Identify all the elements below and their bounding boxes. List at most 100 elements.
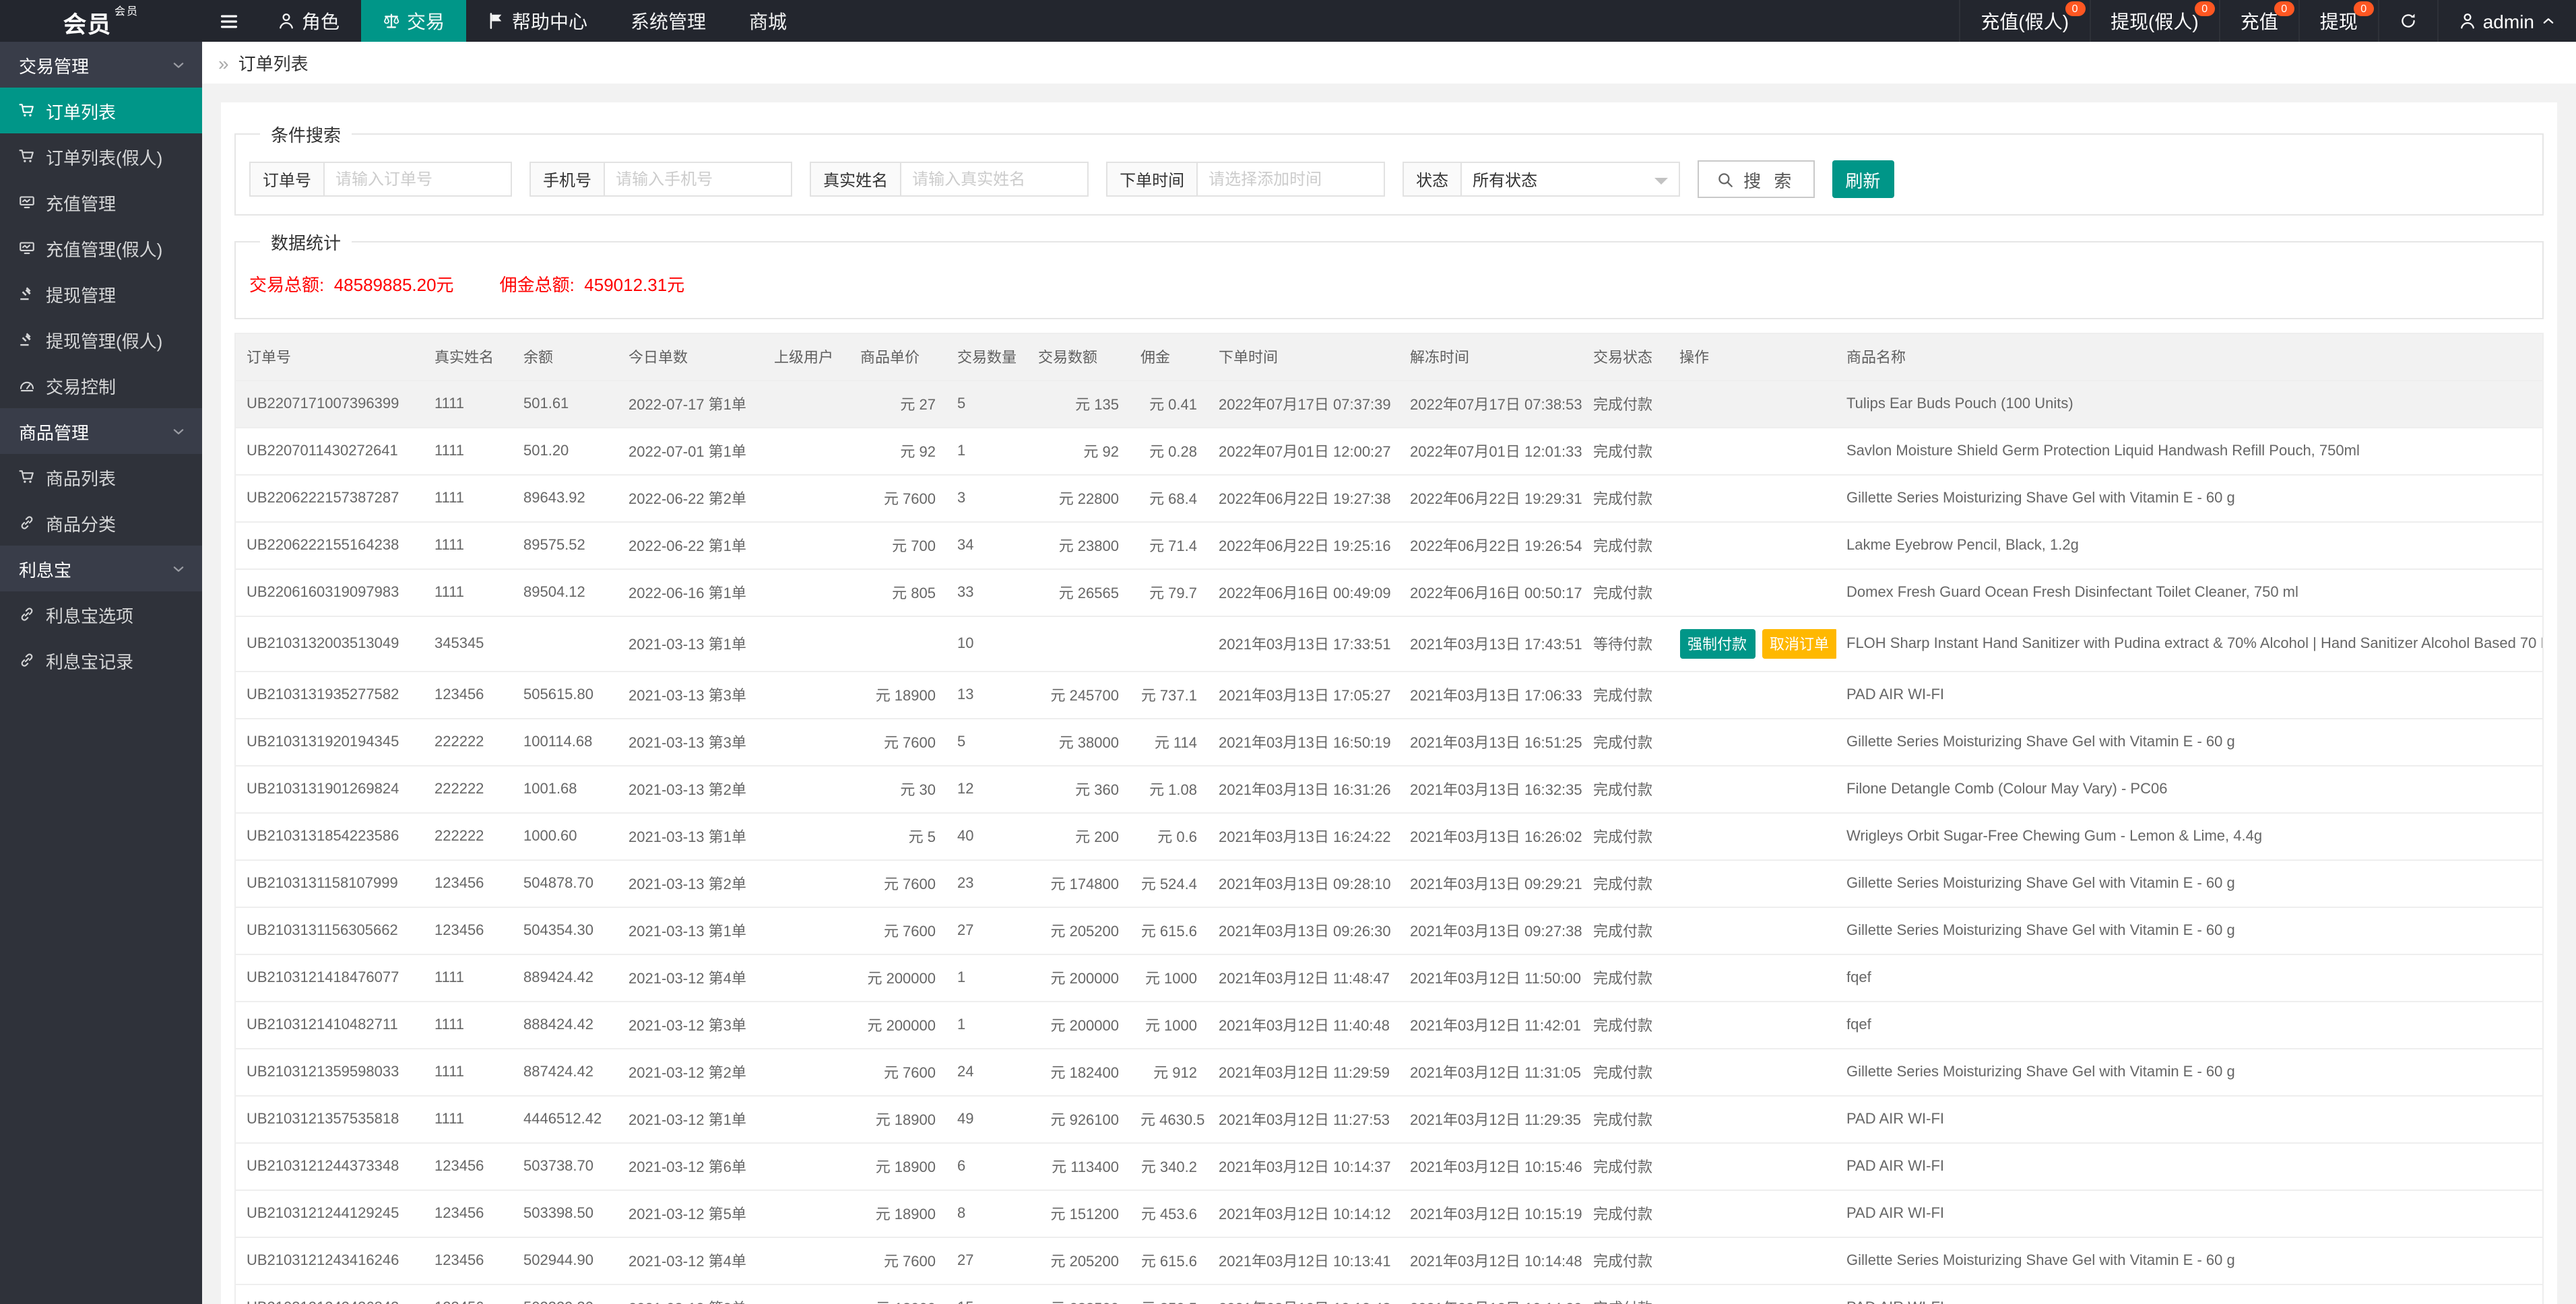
- cell-name: 1111: [424, 521, 513, 569]
- sidebar-item-label: 订单列表: [46, 102, 117, 122]
- header-refresh-button[interactable]: [2377, 0, 2437, 42]
- header-action-4[interactable]: 提现 0: [2298, 0, 2378, 42]
- sidebar-item-1-5[interactable]: 提现管理: [0, 271, 202, 317]
- cell-balance: 1001.68: [513, 765, 618, 813]
- sidebar-item-3-1[interactable]: 利息宝选项: [0, 591, 202, 637]
- cell-qty: 3: [946, 474, 1027, 522]
- cell-qty: 23: [946, 859, 1027, 907]
- cell-unfreeze-time: 2021年03月12日 11:31:05: [1399, 1048, 1582, 1096]
- header-action-2[interactable]: 提现(假人) 0: [2089, 0, 2219, 42]
- cell-status: 完成付款: [1582, 718, 1669, 766]
- notification-badge: 0: [2194, 1, 2215, 16]
- cell-actions: [1669, 1284, 1836, 1304]
- cell-order-no: UB2103131156305662: [235, 907, 424, 954]
- table-row: UB2103131156305662 123456 504354.30 2021-03…: [235, 907, 2543, 954]
- nav-item-4[interactable]: 系统管理: [609, 0, 728, 42]
- cell-parent: [763, 907, 849, 954]
- cell-parent: [763, 1001, 849, 1049]
- filter-field-2: 手机号: [529, 162, 793, 197]
- cell-today: 2021-03-13 第3单: [618, 671, 763, 719]
- header-action-3[interactable]: 充值 0: [2218, 0, 2298, 42]
- sidebar-group-2[interactable]: 商品管理: [0, 408, 202, 454]
- sidebar-item-2-1[interactable]: 商品列表: [0, 454, 202, 500]
- table-header-cell: 下单时间: [1208, 333, 1399, 381]
- cell-order-time: 2022年07月17日 07:37:39: [1208, 380, 1399, 428]
- nav-item-1[interactable]: 角色: [256, 0, 361, 42]
- cell-price: 元 7600: [849, 1237, 946, 1284]
- cell-today: 2021-03-13 第2单: [618, 859, 763, 907]
- table-row: UB2103121410482711 1111 888424.42 2021-03-1…: [235, 1001, 2543, 1049]
- table-header-cell: 交易状态: [1582, 333, 1669, 381]
- sidebar-item-1-3[interactable]: 充值管理: [0, 179, 202, 225]
- cell-balance: 502329.30: [513, 1284, 618, 1304]
- user-menu[interactable]: admin: [2437, 0, 2576, 42]
- filter-fields: 订单号 手机号 真实姓名 下单时间: [249, 162, 1386, 197]
- header-action-1[interactable]: 充值(假人) 0: [1959, 0, 2089, 42]
- sidebar-item-3-2[interactable]: 利息宝记录: [0, 637, 202, 683]
- cell-today: 2021-03-12 第5单: [618, 1189, 763, 1237]
- nav-item-5[interactable]: 商城: [728, 0, 808, 42]
- cell-commission: 元 850.5: [1130, 1284, 1208, 1304]
- cell-balance: 503398.50: [513, 1189, 618, 1237]
- cell-unfreeze-time: 2021年03月12日 10:15:19: [1399, 1189, 1582, 1237]
- action-button-force-pay[interactable]: 强制付款: [1679, 629, 1755, 659]
- cell-amount: 元 182400: [1027, 1048, 1130, 1096]
- cell-qty: 5: [946, 380, 1027, 428]
- cell-commission: 元 912: [1130, 1048, 1208, 1096]
- cell-unfreeze-time: 2022年06月22日 19:29:31: [1399, 474, 1582, 522]
- refresh-button[interactable]: 刷新: [1832, 160, 1894, 198]
- sidebar-item-1-1[interactable]: 订单列表: [0, 88, 202, 133]
- filter-fieldset: 条件搜索 订单号 手机号 真实姓名 下单时间 状态 所有状态: [234, 121, 2544, 216]
- cell-today: 2021-03-13 第1单: [618, 907, 763, 954]
- nav-item-3[interactable]: 帮助中心: [466, 0, 609, 42]
- notification-badge: 0: [2274, 1, 2294, 16]
- table-row: UB2103131901269824 222222 1001.68 2021-03-1…: [235, 765, 2543, 813]
- cell-actions: [1669, 859, 1836, 907]
- filter-field-input[interactable]: [604, 162, 793, 197]
- cell-commission: 元 615.6: [1130, 907, 1208, 954]
- cell-parent: [763, 380, 849, 428]
- table-header-cell: 订单号: [235, 333, 424, 381]
- cell-parent: [763, 1142, 849, 1190]
- cell-price: 元 18900: [849, 1284, 946, 1304]
- sidebar-item-1-7[interactable]: 交易控制: [0, 362, 202, 408]
- cell-unfreeze-time: 2021年03月13日 09:27:38: [1399, 907, 1582, 954]
- cell-unfreeze-time: 2021年03月12日 10:15:46: [1399, 1142, 1582, 1190]
- menu-icon[interactable]: [202, 0, 256, 42]
- cell-order-no: UB2103131854223586: [235, 812, 424, 860]
- cell-price: 元 18900: [849, 1095, 946, 1143]
- action-button-cancel-order[interactable]: 取消订单: [1762, 629, 1836, 659]
- cell-status: 完成付款: [1582, 1142, 1669, 1190]
- search-button[interactable]: 搜 索: [1698, 160, 1815, 198]
- status-select[interactable]: 所有状态: [1460, 162, 1681, 197]
- nav-item-2[interactable]: 交易: [361, 0, 466, 42]
- table-row: UB2103131935277582 123456 505615.80 2021-03…: [235, 671, 2543, 719]
- table-row: UB2103131854223586 222222 1000.60 2021-03-1…: [235, 812, 2543, 860]
- cell-order-no: UB2103121359598033: [235, 1048, 424, 1096]
- sidebar-item-1-6[interactable]: 提现管理(假人): [0, 317, 202, 362]
- filter-field-input[interactable]: [323, 162, 513, 197]
- cell-balance: 501.20: [513, 427, 618, 475]
- cell-balance: 100114.68: [513, 718, 618, 766]
- filter-field-input[interactable]: [1196, 162, 1386, 197]
- cell-order-no: UB2103121242436843: [235, 1284, 424, 1304]
- sidebar-group-3[interactable]: 利息宝: [0, 546, 202, 591]
- cell-unfreeze-time: 2021年03月13日 09:29:21: [1399, 859, 1582, 907]
- sidebar-item-1-4[interactable]: 充值管理(假人): [0, 225, 202, 271]
- cell-parent: [763, 1284, 849, 1304]
- sidebar-group-1[interactable]: 交易管理: [0, 42, 202, 88]
- cell-today: 2021-03-12 第4单: [618, 954, 763, 1002]
- cell-order-time: 2021年03月13日 16:50:19: [1208, 718, 1399, 766]
- cell-order-no: UB2103121244129245: [235, 1189, 424, 1237]
- cell-amount: 元 360: [1027, 765, 1130, 813]
- sidebar-item-2-2[interactable]: 商品分类: [0, 500, 202, 546]
- sidebar-item-1-2[interactable]: 订单列表(假人): [0, 133, 202, 179]
- cell-name: 123456: [424, 1189, 513, 1237]
- cell-name: 1111: [424, 474, 513, 522]
- chevron-down-icon: [171, 424, 186, 438]
- filter-field-input[interactable]: [900, 162, 1089, 197]
- filter-field-label: 手机号: [529, 162, 604, 197]
- cell-order-time: 2022年06月22日 19:25:16: [1208, 521, 1399, 569]
- table-row: UB2207011430272641 1111 501.20 2022-07-01 第…: [235, 427, 2543, 475]
- cell-qty: 1: [946, 427, 1027, 475]
